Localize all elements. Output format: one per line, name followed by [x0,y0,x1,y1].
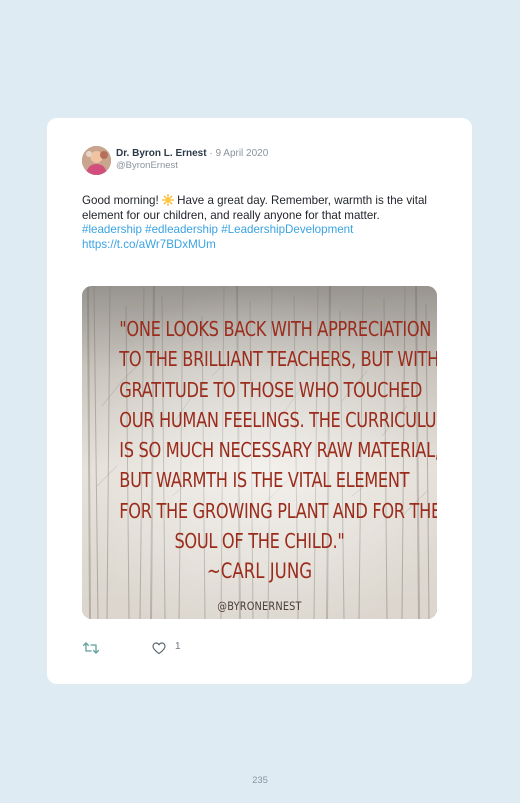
like-heart-icon[interactable] [151,640,167,656]
hashtags-link[interactable]: #leadership #edleadership #LeadershipDev… [82,223,437,238]
quote-line: FOR THE GROWING PLANT AND FOR THE [119,498,437,523]
author-handle[interactable]: @ByronErnest [116,160,178,171]
quote-author: ~CARL JUNG [206,559,313,583]
quote-line: TO THE BRILLIANT TEACHERS, BUT WITH [119,347,437,372]
tweet-text: Good morning! Have a great day. Remember… [82,194,437,223]
quote-line: OUR HUMAN FEELINGS. THE CURRICULUM [119,407,437,432]
avatar[interactable] [82,146,111,175]
image-watermark: @BYRONERNEST [217,599,302,613]
like-count: 1 [175,641,181,652]
retweet-icon[interactable] [82,640,100,656]
tweet-text-start: Good morning! [82,194,159,207]
quote-line: GRATITUDE TO THOSE WHO TOUCHED [119,377,423,402]
tweet-media-image[interactable]: "ONE LOOKS BACK WITH APPRECIATION TO THE… [82,286,437,619]
tweet-actions: 1 [82,639,282,657]
tweet-url-link[interactable]: https://t.co/aWr7BDxMUm [82,238,437,253]
sun-emoji-icon [161,194,174,206]
quote-text: "ONE LOOKS BACK WITH APPRECIATION TO THE… [119,314,437,556]
tweet-body: Good morning! Have a great day. Remember… [82,194,437,252]
author-name[interactable]: Dr. Byron L. Ernest [116,148,207,159]
quote-line: IS SO MUCH NECESSARY RAW MATERIAL, [119,438,437,463]
page-number: 235 [252,775,268,786]
quote-line: BUT WARMTH IS THE VITAL ELEMENT [119,468,410,493]
author-line: Dr. Byron L. Ernest · 9 April 2020 [116,147,268,160]
separator-dot: · [209,148,213,159]
quote-line: SOUL OF THE CHILD." [174,529,345,554]
tweet-card: Dr. Byron L. Ernest · 9 April 2020 @Byro… [47,118,472,684]
avatar-image [82,146,111,175]
tweet-header: Dr. Byron L. Ernest · 9 April 2020 @Byro… [82,145,442,179]
tweet-date[interactable]: 9 April 2020 [215,148,268,159]
quote-line: "ONE LOOKS BACK WITH APPRECIATION [119,317,432,341]
